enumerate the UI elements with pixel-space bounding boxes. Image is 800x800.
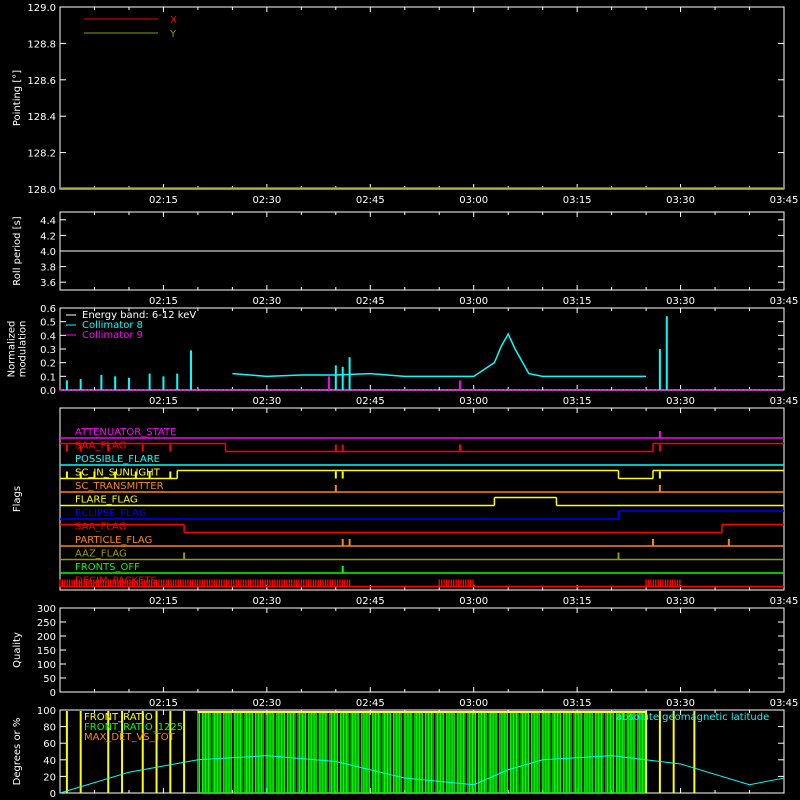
fronts-ytick-label: 0 xyxy=(50,789,56,800)
modulation-xtick-label: 02:45 xyxy=(356,396,385,407)
modulation-xtick-label: 02:30 xyxy=(252,396,281,407)
flag-label: SAA_FLAG xyxy=(75,522,126,533)
flag-label: SAA_FLAG xyxy=(75,441,126,452)
fronts-ytick-label: 40 xyxy=(43,756,56,767)
flags-xtick-label: 03:00 xyxy=(459,596,488,607)
flags-xtick-label: 02:15 xyxy=(149,596,178,607)
modulation-ytick-label: 0.4 xyxy=(40,331,56,342)
flags-xtick-label: 03:30 xyxy=(666,596,695,607)
modulation-ytick-label: 0.0 xyxy=(40,386,56,397)
fronts-ytick-label: 80 xyxy=(43,723,56,734)
quality-xtick-label: 03:45 xyxy=(770,698,799,709)
fronts-ytick-label: 100 xyxy=(37,706,56,717)
flags-xtick-label: 02:45 xyxy=(356,596,385,607)
pointing-ytick-label: 128.0 xyxy=(27,185,56,196)
modulation-ylabel: Normalized xyxy=(7,321,18,378)
modulation-ytick-label: 0.6 xyxy=(40,304,56,315)
flags-xtick-label: 02:30 xyxy=(252,596,281,607)
roll-ytick-label: 3.8 xyxy=(40,263,56,274)
pointing-legend-label: X xyxy=(170,15,177,26)
flag-label: SC_TRANSMITTER xyxy=(75,481,164,492)
roll-ytick-label: 4.0 xyxy=(40,247,56,258)
pointing-xtick-label: 02:30 xyxy=(252,195,281,206)
roll-xtick-label: 02:15 xyxy=(149,296,178,307)
roll-xtick-label: 03:30 xyxy=(666,296,695,307)
quality-xtick-label: 02:30 xyxy=(252,698,281,709)
modulation-ytick-label: 0.5 xyxy=(40,318,56,329)
fronts-ytick-label: 20 xyxy=(43,772,56,783)
flags-ylabel: Flags xyxy=(12,486,23,512)
fronts-ylabel: Degrees or % xyxy=(12,718,23,786)
quality-ytick-label: 100 xyxy=(37,660,56,671)
pointing-ytick-label: 128.8 xyxy=(27,39,56,50)
hessi-quicklook-stack: 02:15 02:30 02:45 03:00 03:15 03:30 03:45 128.0… xyxy=(0,0,800,800)
flags-xtick-label: 03:15 xyxy=(563,596,592,607)
roll-xtick-label: 02:30 xyxy=(252,296,281,307)
flag-label: DECIM_PACKETS xyxy=(75,576,157,587)
quality-xtick-label: 02:45 xyxy=(356,698,385,709)
fronts-ytick-label: 60 xyxy=(43,739,56,750)
roll-ytick-label: 4.2 xyxy=(40,231,56,242)
quality-ytick-label: 150 xyxy=(37,646,56,657)
latitude-legend-label: absolute geomagnetic latitude xyxy=(616,712,769,723)
modulation-xtick-label: 03:45 xyxy=(770,396,799,407)
quality-ytick-label: 300 xyxy=(37,604,56,615)
roll-xtick-label: 03:15 xyxy=(563,296,592,307)
roll-xtick-label: 03:00 xyxy=(459,296,488,307)
pointing-xtick-label: 03:15 xyxy=(563,195,592,206)
roll-ytick-label: 3.6 xyxy=(40,278,56,289)
modulation-ylabel: modulation xyxy=(18,321,29,378)
flag-label: ECLIPSE_FLAG xyxy=(75,508,146,519)
fronts-legend-label: MAX_DET_VS_TOT xyxy=(84,732,176,743)
pointing-xtick-label: 03:45 xyxy=(770,195,799,206)
modulation-xtick-label: 03:00 xyxy=(459,396,488,407)
pointing-ytick-label: 128.2 xyxy=(27,149,56,160)
quality-ytick-label: 0 xyxy=(50,688,56,699)
modulation-xtick-label: 02:15 xyxy=(149,396,178,407)
roll-xtick-label: 02:45 xyxy=(356,296,385,307)
quality-xtick-label: 03:00 xyxy=(459,698,488,709)
pointing-legend-label: Y xyxy=(169,29,177,40)
pointing-ytick-label: 129.0 xyxy=(27,3,56,14)
flag-label: SC_IN_SUNLIGHT xyxy=(75,468,161,479)
modulation-legend-label: Collimator 9 xyxy=(82,330,143,341)
modulation-ytick-label: 0.3 xyxy=(40,345,56,356)
modulation-xtick-label: 03:15 xyxy=(563,396,592,407)
modulation-xtick-label: 03:30 xyxy=(666,396,695,407)
quality-xtick-label: 03:30 xyxy=(666,698,695,709)
modulation-ytick-label: 0.1 xyxy=(40,372,56,383)
roll-ytick-label: 4.4 xyxy=(40,216,56,227)
pointing-xtick-label: 03:00 xyxy=(459,195,488,206)
roll-xtick-label: 03:45 xyxy=(770,296,799,307)
pointing-xtick-label: 02:15 xyxy=(149,195,178,206)
pointing-xtick-label: 02:45 xyxy=(356,195,385,206)
quality-ytick-label: 50 xyxy=(43,674,56,685)
quality-ytick-label: 200 xyxy=(37,632,56,643)
quality-ytick-label: 250 xyxy=(37,618,56,629)
pointing-ylabel: Pointing [°] xyxy=(12,70,23,126)
flag-label: PARTICLE_FLAG xyxy=(75,535,152,546)
flag-label: POSSIBLE_FLARE xyxy=(75,454,160,465)
quality-xtick-label: 02:15 xyxy=(149,698,178,709)
modulation-ytick-label: 0.2 xyxy=(40,359,56,370)
pointing-xtick-label: 03:30 xyxy=(666,195,695,206)
flag-label: FLARE_FLAG xyxy=(75,495,138,506)
quality-ylabel: Quality xyxy=(12,632,23,668)
pointing-ytick-label: 128.4 xyxy=(27,112,56,123)
flag-label: AAZ_FLAG xyxy=(75,549,127,560)
flag-label: FRONTS_OFF xyxy=(75,562,140,573)
roll-ylabel: Roll period [s] xyxy=(12,216,23,285)
flag-label: ATTENUATOR_STATE xyxy=(75,427,176,438)
pointing-ytick-label: 128.6 xyxy=(27,76,56,87)
quality-xtick-label: 03:15 xyxy=(563,698,592,709)
flags-xtick-label: 03:45 xyxy=(770,596,799,607)
